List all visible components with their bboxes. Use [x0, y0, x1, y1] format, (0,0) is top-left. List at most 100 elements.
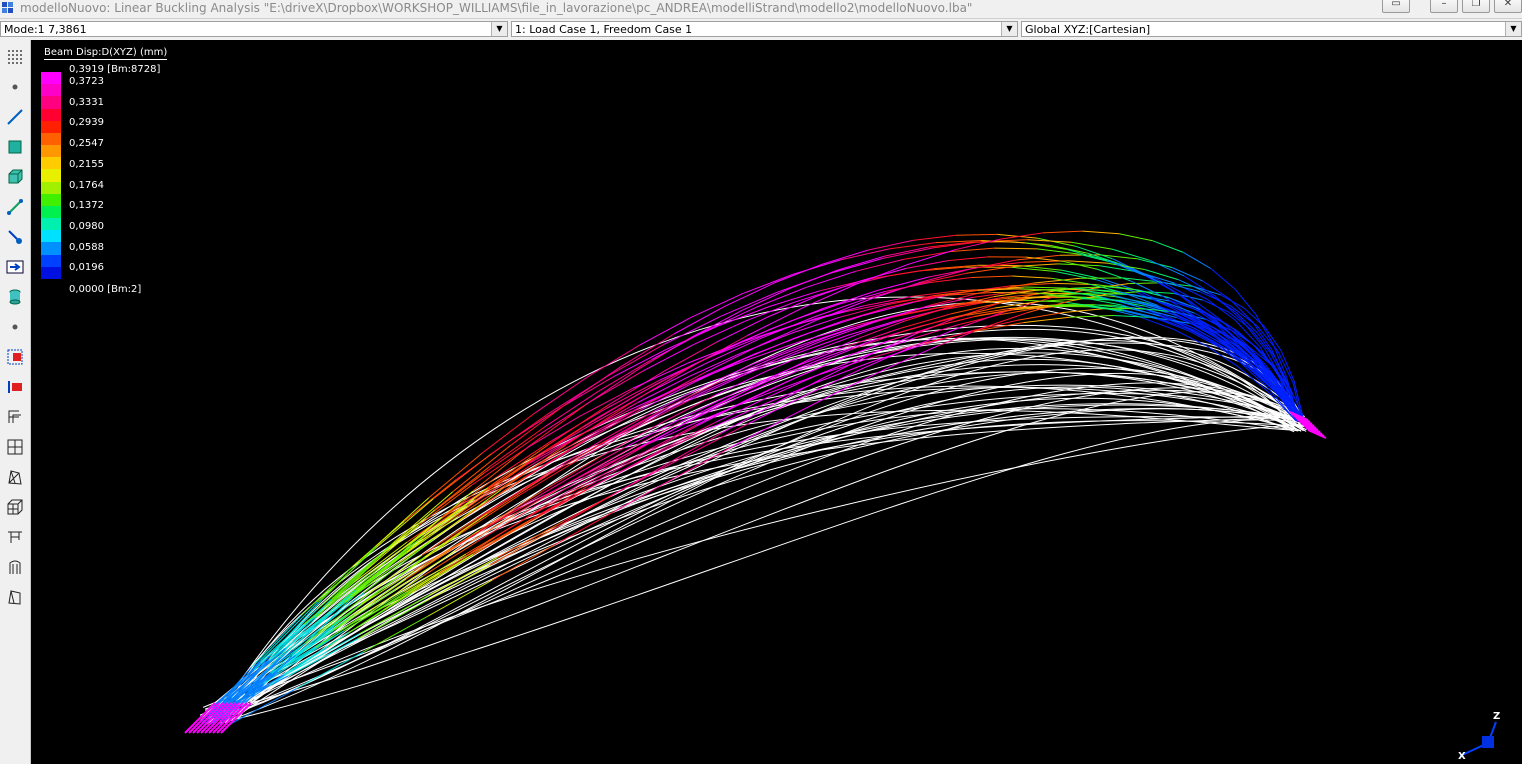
- legend-color-band: [41, 84, 61, 97]
- deformed-strand-segment: [1082, 230, 1120, 235]
- deformed-strand-segment: [841, 275, 889, 288]
- deformed-strand-segment: [888, 268, 935, 277]
- chevron-down-icon[interactable]: ▼: [491, 22, 507, 36]
- perspective-view-icon[interactable]: [5, 467, 25, 487]
- chevron-down-icon[interactable]: ▼: [1505, 22, 1521, 36]
- legend-color-band: [41, 132, 61, 146]
- deformed-strand-segment: [664, 315, 721, 345]
- legend-color-band: [41, 205, 61, 219]
- coord-system-select[interactable]: Global XYZ:[Cartesian] ▼: [1021, 21, 1522, 37]
- left-toolbar: [0, 40, 31, 764]
- deformed-strand-segment: [1210, 268, 1236, 290]
- undeformed-strand: [226, 420, 1306, 716]
- deformed-strand-segment: [855, 258, 904, 272]
- plate-view-icon[interactable]: [5, 587, 25, 607]
- minimize-button[interactable]: –: [1430, 0, 1458, 13]
- deformed-strand-segment: [815, 279, 863, 297]
- deformed-strand-segment: [912, 234, 956, 241]
- deformed-strand-segment: [1016, 254, 1060, 261]
- legend-label: 0,0196: [69, 262, 104, 274]
- beam-icon[interactable]: [5, 107, 25, 127]
- restore-button[interactable]: ❐: [1462, 0, 1490, 13]
- point-icon[interactable]: [5, 317, 25, 337]
- load-arrow-icon[interactable]: [5, 257, 25, 277]
- deformed-strand-segment: [822, 249, 869, 265]
- beam-properties-icon[interactable]: [5, 407, 25, 427]
- deformed-strand-segment: [948, 256, 989, 262]
- deformed-strand-segment: [641, 382, 694, 410]
- legend-max-label: 0,3919 [Bm:8728]: [69, 64, 161, 75]
- deformed-strand-segment: [1183, 251, 1211, 269]
- plate-icon[interactable]: [5, 137, 25, 157]
- grid-dots-icon[interactable]: [5, 47, 25, 67]
- deformed-strand-segment: [1234, 288, 1256, 315]
- undeformed-strand: [220, 371, 1295, 707]
- legend-color-band: [41, 169, 61, 183]
- deformed-strand-segment: [704, 338, 761, 365]
- legend-title: Beam Disp:D(XYZ) (mm): [44, 47, 168, 60]
- wireframe-view-icon[interactable]: [5, 437, 25, 457]
- attribute-select-icon[interactable]: [5, 347, 25, 367]
- legend-label: 0,1372: [69, 200, 104, 212]
- undeformed-strand: [208, 337, 1303, 718]
- legend-color-band: [41, 266, 61, 280]
- link-icon[interactable]: [5, 197, 25, 217]
- legend-label: 0,2939: [69, 117, 104, 129]
- deformed-strand-segment: [355, 535, 424, 591]
- deformed-strand-segment: [813, 298, 867, 318]
- selector-bar: Mode:1 7,3861 ▼ 1: Load Case 1, Freedom …: [0, 19, 1522, 40]
- restore-app-button[interactable]: ▭: [1382, 0, 1410, 13]
- deformed-strand-segment: [1010, 266, 1055, 272]
- brick-icon[interactable]: [5, 167, 25, 187]
- legend-label: 0,2155: [69, 158, 104, 170]
- deformed-strand-segment: [899, 313, 952, 330]
- deformed-strand-segment: [696, 353, 754, 380]
- undeformed-strand: [235, 352, 1295, 715]
- title-bar: modelloNuovo: Linear Buckling Analysis "…: [0, 0, 1522, 19]
- deformed-strand-segment: [651, 330, 705, 360]
- deformed-strand-segment: [1066, 260, 1108, 264]
- load-case-select-value: 1: Load Case 1, Freedom Case 1: [515, 23, 693, 36]
- shell-view-icon[interactable]: [5, 557, 25, 577]
- deformed-strand-segment: [513, 477, 570, 511]
- mode-select[interactable]: Mode:1 7,3861 ▼: [0, 21, 508, 37]
- node-icon[interactable]: [5, 77, 25, 97]
- undeformed-strand: [202, 367, 1295, 708]
- deformed-strand-segment: [1149, 259, 1185, 277]
- legend-min-label: 0,0000 [Bm:2]: [69, 284, 142, 295]
- restore-icon: ❐: [1471, 0, 1481, 9]
- deformed-strand-segment: [802, 283, 857, 309]
- chevron-down-icon[interactable]: ▼: [1001, 22, 1017, 36]
- legend-color-band: [41, 218, 61, 231]
- truss-icon[interactable]: [5, 527, 25, 547]
- deformed-strand-segment: [549, 376, 608, 414]
- deformed-strand-segment: [820, 320, 878, 342]
- deformed-strand-segment: [1071, 241, 1112, 250]
- deformed-strand-segment: [586, 403, 647, 440]
- legend-color-band: [41, 157, 61, 170]
- legend-color-bar: [41, 72, 61, 280]
- legend-color-band: [41, 230, 61, 243]
- undeformed-strand: [216, 342, 1303, 715]
- legend-label: 0,0588: [69, 241, 104, 253]
- element-select-icon[interactable]: [5, 377, 25, 397]
- close-button[interactable]: ✕: [1494, 0, 1522, 13]
- deformed-strand-segment: [906, 260, 949, 269]
- deformed-model-plot[interactable]: [31, 40, 1522, 764]
- solid-view-icon[interactable]: [5, 497, 25, 517]
- deformed-strand-segment: [1012, 275, 1052, 279]
- model-viewport[interactable]: [31, 40, 1522, 764]
- deformed-strand-segment: [1020, 265, 1063, 271]
- load-case-select[interactable]: 1: Load Case 1, Freedom Case 1 ▼: [511, 21, 1018, 37]
- deformed-strand-segment: [324, 556, 381, 608]
- restraint-icon[interactable]: [5, 227, 25, 247]
- legend-label: 0,0980: [69, 220, 104, 232]
- cylinder-icon[interactable]: [5, 287, 25, 307]
- minimize-icon: –: [1441, 0, 1447, 9]
- deformed-strand-segment: [747, 376, 797, 401]
- legend-color-band: [41, 193, 61, 207]
- legend-color-band: [41, 181, 61, 195]
- deformed-strand-segment: [1069, 315, 1114, 318]
- deformed-strand-segment: [879, 306, 928, 321]
- deformed-strand-segment: [937, 327, 985, 347]
